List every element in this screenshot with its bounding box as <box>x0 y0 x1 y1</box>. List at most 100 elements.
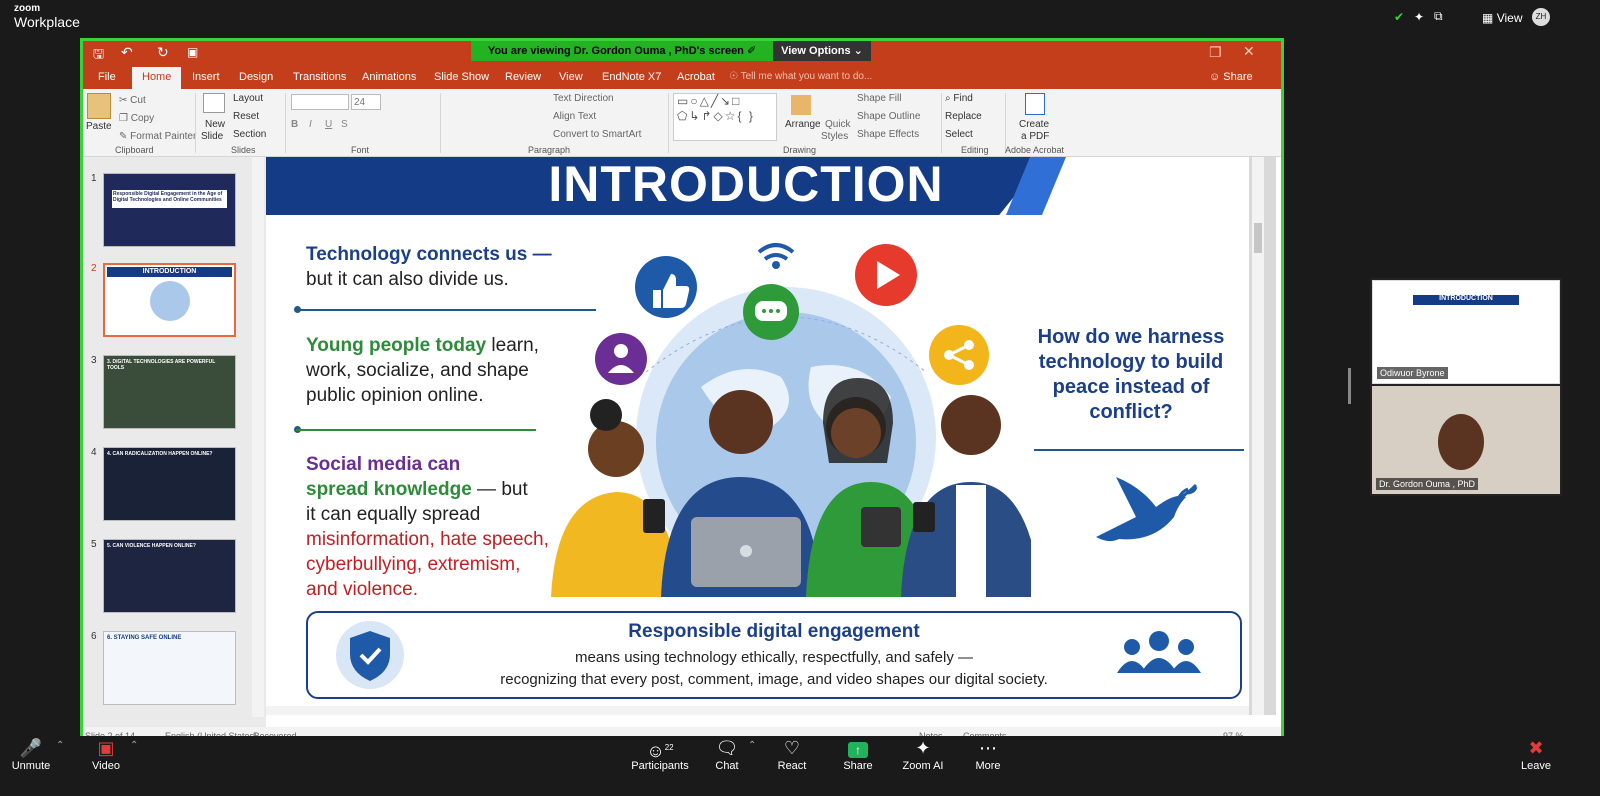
close-icon[interactable]: ✕ <box>1243 43 1255 60</box>
thumb-title: 3. DIGITAL TECHNOLOGIES ARE POWERFUL TOO… <box>107 359 216 371</box>
chevron-up-icon[interactable]: ⌃ <box>748 740 756 751</box>
participants-button[interactable]: ☺22 Participants <box>630 736 690 772</box>
italic-icon[interactable]: I <box>309 119 312 130</box>
slide-number: 2 <box>91 263 97 274</box>
chevron-down-icon: ⌄ <box>853 45 863 57</box>
redo-icon[interactable]: ↻ <box>157 44 169 61</box>
tab-slide-show[interactable]: Slide Show <box>434 71 489 83</box>
shield-icon[interactable]: ✔ <box>1394 10 1404 24</box>
shadow-icon[interactable]: S <box>341 119 348 130</box>
quick-styles-label-1[interactable]: Quick <box>825 119 851 130</box>
reset-button[interactable]: Reset <box>233 111 259 122</box>
slide-canvas: INTRODUCTION Technology connects us — bu… <box>266 157 1276 715</box>
create-pdf-label-2[interactable]: a PDF <box>1021 131 1049 142</box>
arrange-icon[interactable] <box>791 95 811 115</box>
tab-review[interactable]: Review <box>505 71 541 83</box>
slide-thumbnail-5[interactable]: 5. CAN VIOLENCE HAPPEN ONLINE? <box>103 539 236 613</box>
scrollbar-thumb[interactable] <box>1254 223 1262 253</box>
video-tile-odiwuor[interactable]: INTRODUCTION Odiwuor Byrone <box>1372 280 1560 384</box>
slide-thumbnail-3[interactable]: 3. DIGITAL TECHNOLOGIES ARE POWERFUL TOO… <box>103 355 236 429</box>
view-options-button[interactable]: View Options ⌄ <box>773 41 871 61</box>
slide-thumbnail-1[interactable]: Responsible Digital Engagement in the Ag… <box>103 173 236 247</box>
undo-icon[interactable]: ↶ <box>121 44 133 61</box>
view-button[interactable]: ▦ View <box>1482 11 1522 25</box>
tab-view[interactable]: View <box>559 71 583 83</box>
wifi-dot <box>772 261 780 269</box>
replace-button[interactable]: Replace <box>945 111 982 122</box>
text-direction-button[interactable]: Text Direction <box>553 93 614 104</box>
tab-design[interactable]: Design <box>239 71 273 83</box>
copy-button[interactable]: ❐ Copy <box>119 113 154 124</box>
tab-insert[interactable]: Insert <box>192 71 220 83</box>
align-text-button[interactable]: Align Text <box>553 111 596 122</box>
tab-home[interactable]: Home <box>132 67 182 89</box>
avatar[interactable]: ZH <box>1532 8 1550 26</box>
tab-endnote[interactable]: EndNote X7 <box>602 71 661 83</box>
react-button[interactable]: ♡ React <box>774 736 810 772</box>
tell-me-box[interactable]: ☉ Tell me what you want to do... <box>729 71 872 82</box>
focus-icon[interactable]: ⧉ <box>1434 9 1443 24</box>
slide-thumbnail-2[interactable]: INTRODUCTION <box>103 263 236 337</box>
slide-number: 6 <box>91 631 97 642</box>
format-painter-button[interactable]: ✎ Format Painter <box>119 131 196 142</box>
quick-styles-label-2[interactable]: Styles <box>821 131 848 142</box>
video-tile-gordon[interactable]: Dr. Gordon Ouma , PhD <box>1372 386 1560 494</box>
find-button[interactable]: ⌕ Find <box>945 93 973 104</box>
participant-name: Dr. Gordon Ouma , PhD <box>1376 478 1479 490</box>
cut-button[interactable]: ✂ Cut <box>119 95 146 106</box>
paste-icon[interactable] <box>87 93 111 119</box>
horizontal-scrollbar[interactable] <box>266 706 1249 715</box>
tab-transitions[interactable]: Transitions <box>293 71 346 83</box>
new-slide-label-1[interactable]: New <box>205 119 225 130</box>
divider <box>440 93 441 153</box>
start-from-beginning-icon[interactable]: ▣ <box>187 45 198 59</box>
more-button[interactable]: ⋯ More <box>970 736 1006 772</box>
more-dots-icon: ⋯ <box>979 738 997 758</box>
video-button[interactable]: ▣ Video <box>86 736 126 772</box>
create-pdf-label-1[interactable]: Create <box>1019 119 1049 130</box>
panel-resize-handle[interactable] <box>1348 368 1351 404</box>
zoom-logo-line1: zoom <box>14 3 41 14</box>
share-ppt-button[interactable]: ☺ Share <box>1209 71 1253 83</box>
bold-icon[interactable]: B <box>291 119 298 130</box>
tab-acrobat[interactable]: Acrobat <box>677 71 715 83</box>
font-size-input[interactable]: 24 <box>351 94 381 110</box>
zoom-logo-line2: Workplace <box>14 14 80 30</box>
shapes-gallery[interactable]: ▭○△╱↘□ ⬠↳↱◇☆{ } <box>673 93 777 141</box>
heart-icon: ♡ <box>783 738 801 758</box>
shape-outline-button[interactable]: Shape Outline <box>857 111 920 122</box>
share-button[interactable]: ↑ Share <box>840 736 876 772</box>
new-slide-icon[interactable] <box>203 93 225 113</box>
tab-animations[interactable]: Animations <box>362 71 416 83</box>
sparkle-icon[interactable]: ✦ <box>1414 10 1424 24</box>
shape-effects-button[interactable]: Shape Effects <box>857 129 919 140</box>
group-drawing: Drawing <box>783 145 817 155</box>
slide-thumbnail-6[interactable]: 6. STAYING SAFE ONLINE <box>103 631 236 705</box>
new-slide-label-2[interactable]: Slide <box>201 131 223 142</box>
select-button[interactable]: Select <box>945 129 973 140</box>
arrange-button[interactable]: Arrange <box>785 119 821 130</box>
chevron-up-icon[interactable]: ⌃ <box>130 740 138 751</box>
chat-button[interactable]: 🗨 Chat <box>710 736 744 772</box>
chevron-up-icon[interactable]: ⌃ <box>56 740 64 751</box>
slide-thumbnail-4[interactable]: 4. CAN RADICALIZATION HAPPEN ONLINE? <box>103 447 236 521</box>
convert-smartart-button[interactable]: Convert to SmartArt <box>553 129 641 140</box>
save-icon[interactable]: 🖫 <box>93 45 104 67</box>
community-icon <box>1117 631 1201 673</box>
zoom-ai-button[interactable]: ✦ Zoom AI <box>900 736 946 772</box>
paste-button[interactable]: Paste <box>86 121 112 132</box>
slide-scrollbar[interactable] <box>1252 157 1264 715</box>
pdf-icon[interactable] <box>1025 93 1045 115</box>
font-name-input[interactable] <box>291 94 349 110</box>
tab-file[interactable]: File <box>98 71 116 83</box>
layout-button[interactable]: Layout <box>233 93 263 104</box>
leave-button[interactable]: ✖ Leave <box>1516 736 1556 772</box>
slide-number: 3 <box>91 355 97 366</box>
restore-icon[interactable]: ❐ <box>1209 44 1222 61</box>
unmute-button[interactable]: 🎤 Unmute <box>8 736 54 772</box>
underline-icon[interactable]: U <box>325 119 332 130</box>
section-button[interactable]: Section <box>233 129 266 140</box>
group-font: Font <box>351 145 370 155</box>
shape-fill-button[interactable]: Shape Fill <box>857 93 901 104</box>
thumbnails-scrollbar[interactable] <box>252 157 264 717</box>
